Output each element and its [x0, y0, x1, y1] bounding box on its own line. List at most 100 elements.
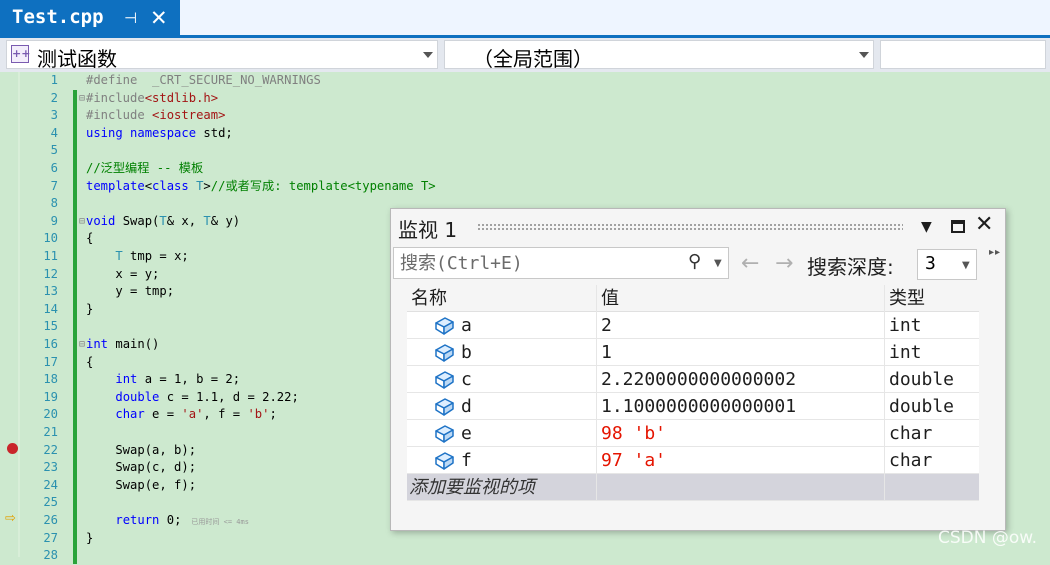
watch-title: 监视 1: [398, 218, 458, 242]
watch-value-cell[interactable]: 2.2200000000000002: [596, 366, 884, 393]
add-watch-row[interactable]: 添加要监视的项: [407, 474, 979, 501]
code-line[interactable]: 4 using namespace std;: [0, 125, 1050, 143]
chevron-down-icon: [423, 52, 433, 58]
code-line[interactable]: 2 ⊟ #include<stdlib.h>: [0, 90, 1050, 108]
search-depth-select[interactable]: 3 ▼: [917, 249, 977, 280]
code-text: void Swap(T& x, T& y): [86, 213, 241, 228]
column-header-name[interactable]: 名称: [407, 285, 595, 312]
back-arrow-icon[interactable]: ←: [741, 251, 759, 276]
add-watch-value-cell: [596, 474, 884, 501]
code-text: char e = 'a', f = 'b';: [115, 407, 277, 422]
code-text: #include <iostream>: [86, 108, 226, 123]
tab-test-cpp[interactable]: Test.cpp ⊣ ✕: [0, 0, 180, 38]
line-number: 4: [50, 125, 58, 140]
close-icon[interactable]: ✕: [150, 6, 168, 30]
forward-arrow-icon[interactable]: →: [775, 251, 793, 276]
code-line[interactable]: 1 #define _CRT_SECURE_NO_WARNINGS: [0, 72, 1050, 90]
document-tab-strip: Test.cpp ⊣ ✕: [0, 0, 1050, 38]
drag-grip[interactable]: [477, 223, 903, 230]
watch-name-cell[interactable]: e: [407, 420, 595, 447]
variable-name: c: [461, 369, 472, 390]
watch-row[interactable]: d 1.1000000000000001 double: [407, 393, 979, 420]
watch-name-cell[interactable]: c: [407, 366, 595, 393]
line-number: 12: [43, 266, 58, 281]
navigation-bar: ++ 测试函数 （全局范围）: [0, 38, 1050, 72]
line-number: 17: [43, 354, 58, 369]
watch-row[interactable]: f 97 'a' char: [407, 447, 979, 474]
overflow-icon[interactable]: ▸▸: [989, 247, 1001, 258]
fold-toggle-icon[interactable]: ⊟: [79, 213, 85, 231]
variable-name: a: [461, 315, 472, 336]
fold-toggle-icon[interactable]: ⊟: [79, 336, 85, 354]
watch-search-box: ⚲ ▼: [393, 247, 729, 279]
code-text: }: [86, 530, 94, 545]
watch-name-cell[interactable]: a: [407, 312, 595, 339]
search-input[interactable]: [398, 250, 678, 276]
project-label: 测试函数: [37, 47, 117, 71]
line-number: 14: [43, 301, 58, 316]
variable-name: e: [461, 423, 472, 444]
line-number: 2: [50, 90, 58, 105]
breakpoint-icon[interactable]: [7, 443, 18, 454]
code-text: x = y;: [86, 266, 160, 281]
column-header-type[interactable]: 类型: [884, 285, 979, 312]
line-number: 11: [43, 249, 58, 263]
code-text: }: [86, 301, 94, 316]
variable-icon: [433, 396, 455, 418]
scope-dropdown[interactable]: （全局范围）: [444, 40, 874, 71]
code-text: Swap(c, d);: [86, 460, 197, 475]
watch-window: 监视 1 ▼ ✕ ⚲ ▼ ← → 搜索深度: 3 ▼ ▸▸ 名称 值 类型 a 2…: [390, 208, 1006, 531]
line-number: 7: [50, 178, 58, 193]
window-menu-icon[interactable]: ▼: [921, 219, 932, 235]
instruction-pointer-icon: ⇨: [5, 511, 16, 526]
watch-name-cell[interactable]: f: [407, 447, 595, 474]
line-number: 16: [43, 337, 58, 351]
member-dropdown[interactable]: [880, 40, 1046, 69]
code-line[interactable]: 28: [0, 547, 1050, 565]
code-line[interactable]: 27}: [0, 530, 1050, 548]
code-text: double c = 1.1, d = 2.22;: [115, 389, 299, 404]
pin-icon[interactable]: ⊣: [124, 9, 137, 27]
line-number: 5: [50, 143, 58, 158]
chevron-down-icon[interactable]: ▼: [714, 258, 722, 269]
watch-name-cell[interactable]: d: [407, 393, 595, 420]
code-text: {: [86, 354, 94, 369]
add-watch-cell[interactable]: 添加要监视的项: [407, 474, 595, 501]
line-number: 1: [50, 73, 58, 87]
grid-header: 名称 值 类型: [407, 285, 979, 312]
watch-value-cell[interactable]: 1: [596, 339, 884, 366]
watch-titlebar[interactable]: 监视 1 ▼ ✕: [391, 209, 1005, 245]
line-number: 15: [43, 319, 58, 334]
code-line[interactable]: 7 template<class T>//或者写成: template<typen…: [0, 178, 1050, 196]
watch-value-cell[interactable]: 98 'b': [596, 420, 884, 447]
watch-row[interactable]: a 2 int: [407, 312, 979, 339]
watch-row[interactable]: c 2.2200000000000002 double: [407, 366, 979, 393]
watch-row[interactable]: e 98 'b' char: [407, 420, 979, 447]
code-line[interactable]: 3 #include <iostream>: [0, 107, 1050, 125]
code-line[interactable]: 6 //泛型编程 -- 模板: [0, 160, 1050, 178]
watch-value-cell[interactable]: 2: [596, 312, 884, 339]
line-number: 22: [43, 442, 58, 457]
watch-row[interactable]: b 1 int: [407, 339, 979, 366]
line-number: 19: [43, 389, 58, 404]
line-number: 9: [50, 213, 58, 228]
watch-value-cell[interactable]: 97 'a': [596, 447, 884, 474]
chevron-down-icon: [859, 52, 869, 58]
code-text: #include<stdlib.h>: [86, 90, 219, 105]
column-header-value[interactable]: 值: [596, 285, 884, 312]
variable-name: d: [461, 396, 472, 417]
fold-toggle-icon[interactable]: ⊟: [79, 90, 85, 108]
line-number: 23: [43, 460, 58, 475]
variable-icon: [433, 423, 455, 445]
close-icon[interactable]: ✕: [975, 212, 993, 237]
tab-title: Test.cpp: [12, 6, 104, 28]
code-line[interactable]: 5: [0, 142, 1050, 160]
maximize-icon[interactable]: [951, 220, 965, 233]
watch-value-cell[interactable]: 1.1000000000000001: [596, 393, 884, 420]
line-number: 25: [43, 495, 58, 510]
search-icon[interactable]: ⚲: [688, 251, 701, 272]
watch-type-cell: int: [884, 339, 979, 366]
project-dropdown[interactable]: ++ 测试函数: [6, 40, 438, 71]
project-icon: ++: [11, 45, 30, 63]
watch-name-cell[interactable]: b: [407, 339, 595, 366]
